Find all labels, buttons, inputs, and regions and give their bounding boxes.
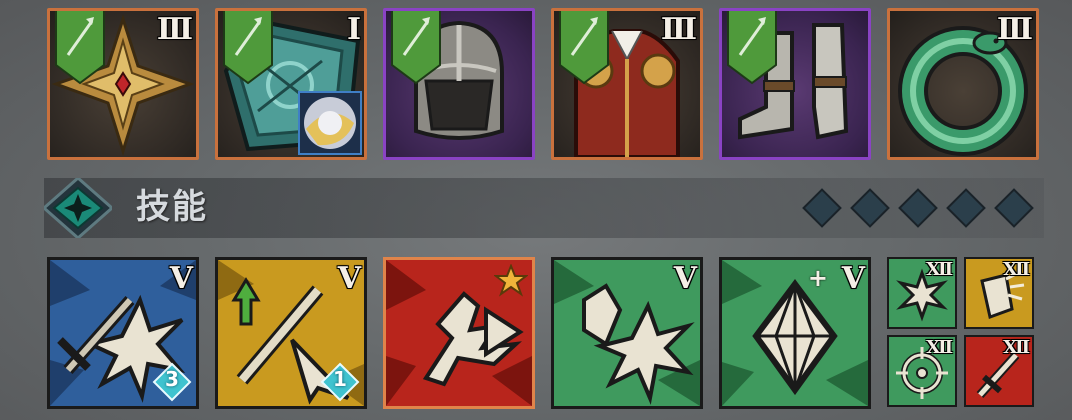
portrait-icon <box>304 97 356 149</box>
upgrade-plus: + <box>807 264 828 292</box>
gem-count: 1 <box>333 367 347 391</box>
mini-skill-impact[interactable]: XII <box>887 257 957 329</box>
shield-inset-portrait <box>298 91 362 155</box>
equip-slot-ring[interactable]: III <box>887 8 1039 160</box>
skill-slot-crystal-burst[interactable]: V <box>551 257 703 409</box>
mini-skill-target[interactable]: XII <box>887 335 957 407</box>
skill-points <box>802 188 1044 228</box>
tier-label: XII <box>1003 337 1030 358</box>
gem-count: 3 <box>165 367 179 391</box>
skills-emblem-icon <box>44 178 112 238</box>
equip-slot-armor[interactable]: III <box>551 8 703 160</box>
equipped-pennant-icon <box>559 11 609 85</box>
skill-point-slot <box>850 188 890 228</box>
equipped-pennant-icon <box>223 11 273 85</box>
tier-label: XII <box>1003 259 1030 280</box>
skills-title: 技能 <box>136 187 208 227</box>
mini-skill-dagger[interactable]: XII <box>964 335 1034 407</box>
tier-label: V <box>673 261 697 296</box>
tier-label: III <box>156 12 193 47</box>
gem-badge: 1 <box>320 362 360 402</box>
skills-header: 技能 <box>44 178 1044 238</box>
skill-slot-crystal[interactable]: + V <box>719 257 871 409</box>
tier-label: V <box>169 261 193 296</box>
skill-slot-dash-strike[interactable] <box>383 257 535 409</box>
tier-label: XII <box>926 337 953 358</box>
equipment-row: III I III III <box>0 0 1072 165</box>
skill-point-slot <box>802 188 842 228</box>
equipped-pennant-icon <box>391 11 441 85</box>
gem-badge: 3 <box>152 362 192 402</box>
equip-slot-shield[interactable]: I <box>215 8 367 160</box>
tier-label: XII <box>926 259 953 280</box>
star-icon <box>494 264 528 297</box>
tier-label: V <box>337 261 361 296</box>
mini-skill-shield-break[interactable]: XII <box>964 257 1034 329</box>
equipped-pennant-icon <box>727 11 777 85</box>
equip-slot-weapon[interactable]: III <box>47 8 199 160</box>
skill-slot-sword-burst[interactable]: V 3 <box>47 257 199 409</box>
tier-label: III <box>660 12 697 47</box>
skill-slot-sword-arrow[interactable]: V 1 <box>215 257 367 409</box>
skill-point-slot <box>946 188 986 228</box>
equip-slot-boots[interactable] <box>719 8 871 160</box>
tier-label: V <box>841 261 865 296</box>
equipped-pennant-icon <box>55 11 105 85</box>
tier-label: III <box>996 12 1033 47</box>
skill-point-slot <box>898 188 938 228</box>
equip-slot-helmet[interactable] <box>383 8 535 160</box>
tier-label: I <box>346 12 361 47</box>
skill-point-slot <box>994 188 1034 228</box>
